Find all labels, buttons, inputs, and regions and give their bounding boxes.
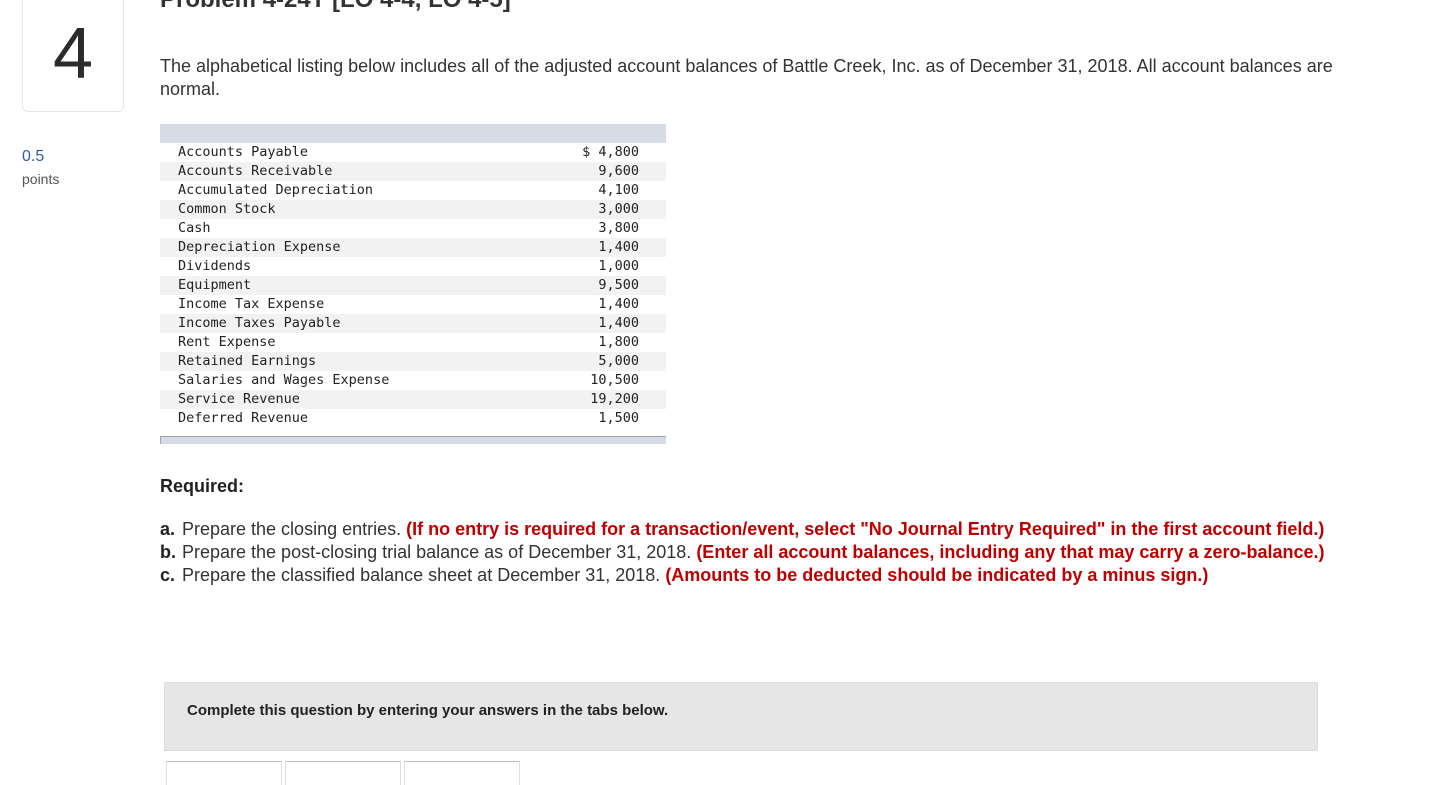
table-row: Income Tax Expense 1,400 [160,295,666,314]
account-name: Salaries and Wages Expense [178,372,390,388]
answer-tab-2[interactable] [285,761,401,785]
instruction-text: Complete this question by entering your … [187,702,669,719]
table-row: Service Revenue 19,200 [160,390,666,409]
account-balances-table: Accounts Payable $ 4,800 Accounts Receiva… [160,124,666,445]
account-amount: 10,500 [590,372,639,388]
account-amount: $ 4,800 [582,144,639,160]
required-letter: a. [160,519,176,539]
points-label: points [22,171,60,187]
instruction-box: Complete this question by entering your … [164,682,1318,751]
account-name: Cash [178,220,211,236]
account-amount: 9,500 [598,277,639,293]
table-row: Dividends 1,000 [160,257,666,276]
account-name: Rent Expense [178,334,276,350]
table-row: Equipment 9,500 [160,276,666,295]
account-amount: 1,000 [598,258,639,274]
required-text: Prepare the closing entries. (If no entr… [182,518,1350,541]
account-name: Service Revenue [178,391,300,407]
account-amount: 4,100 [598,182,639,198]
required-item-a: a. Prepare the closing entries. (If no e… [160,518,1350,541]
account-amount: 1,400 [598,315,639,331]
required-instruction: Prepare the post-closing trial balance a… [182,542,692,562]
account-name: Accounts Receivable [178,163,333,179]
account-name: Income Taxes Payable [178,315,341,331]
answer-tab-1[interactable] [166,761,282,785]
account-name: Income Tax Expense [178,296,325,312]
answer-tab-3[interactable] [404,761,520,785]
required-instruction: Prepare the closing entries. [182,519,402,539]
question-number: 4 [52,14,94,94]
account-amount: 3,000 [598,201,639,217]
account-amount: 3,800 [598,220,639,236]
account-name: Deferred Revenue [178,410,309,426]
table-row: Rent Expense 1,800 [160,333,666,352]
account-amount: 1,400 [598,239,639,255]
problem-intro: The alphabetical listing below includes … [160,56,1333,99]
required-text: Prepare the post-closing trial balance a… [182,541,1350,564]
required-text: Prepare the classified balance sheet at … [182,564,1350,587]
required-list: a. Prepare the closing entries. (If no e… [160,518,1350,587]
account-name: Equipment [178,277,252,293]
required-heading: Required: [160,476,245,496]
table-row: Accounts Payable $ 4,800 [160,143,666,162]
account-name: Dividends [178,258,252,274]
table-row: Salaries and Wages Expense 10,500 [160,371,666,390]
account-amount: 1,400 [598,296,639,312]
table-row: Accumulated Depreciation 4,100 [160,181,666,200]
table-row: Cash 3,800 [160,219,666,238]
account-amount: 1,500 [598,410,639,426]
table-row: Deferred Revenue 1,500 [160,409,666,428]
question-number-box: 4 [22,0,124,112]
required-note: (Enter all account balances, including a… [696,542,1325,562]
account-name: Common Stock [178,201,276,217]
table-footer-band [160,436,666,444]
account-amount: 9,600 [598,163,639,179]
account-name: Accounts Payable [178,144,309,160]
points-value: 0.5 [22,148,45,165]
table-row: Income Taxes Payable 1,400 [160,314,666,333]
problem-title: Problem 4-24T [LO 4-4, LO 4-5] [160,0,511,14]
table-row: Common Stock 3,000 [160,200,666,219]
required-instruction: Prepare the classified balance sheet at … [182,565,661,585]
required-letter: c. [160,565,176,585]
table-body: Accounts Payable $ 4,800 Accounts Receiva… [160,143,666,428]
account-name: Retained Earnings [178,353,317,369]
required-item-c: c. Prepare the classified balance sheet … [160,564,1350,587]
required-note: (Amounts to be deducted should be indica… [665,565,1209,585]
table-header-band [160,124,666,143]
table-row: Accounts Receivable 9,600 [160,162,666,181]
account-name: Accumulated Depreciation [178,182,374,198]
account-amount: 5,000 [598,353,639,369]
table-row: Retained Earnings 5,000 [160,352,666,371]
required-letter: b. [160,542,176,562]
account-amount: 1,800 [598,334,639,350]
account-amount: 19,200 [590,391,639,407]
required-item-b: b. Prepare the post-closing trial balanc… [160,541,1350,564]
account-name: Depreciation Expense [178,239,341,255]
table-row: Depreciation Expense 1,400 [160,238,666,257]
required-note: (If no entry is required for a transacti… [406,519,1325,539]
